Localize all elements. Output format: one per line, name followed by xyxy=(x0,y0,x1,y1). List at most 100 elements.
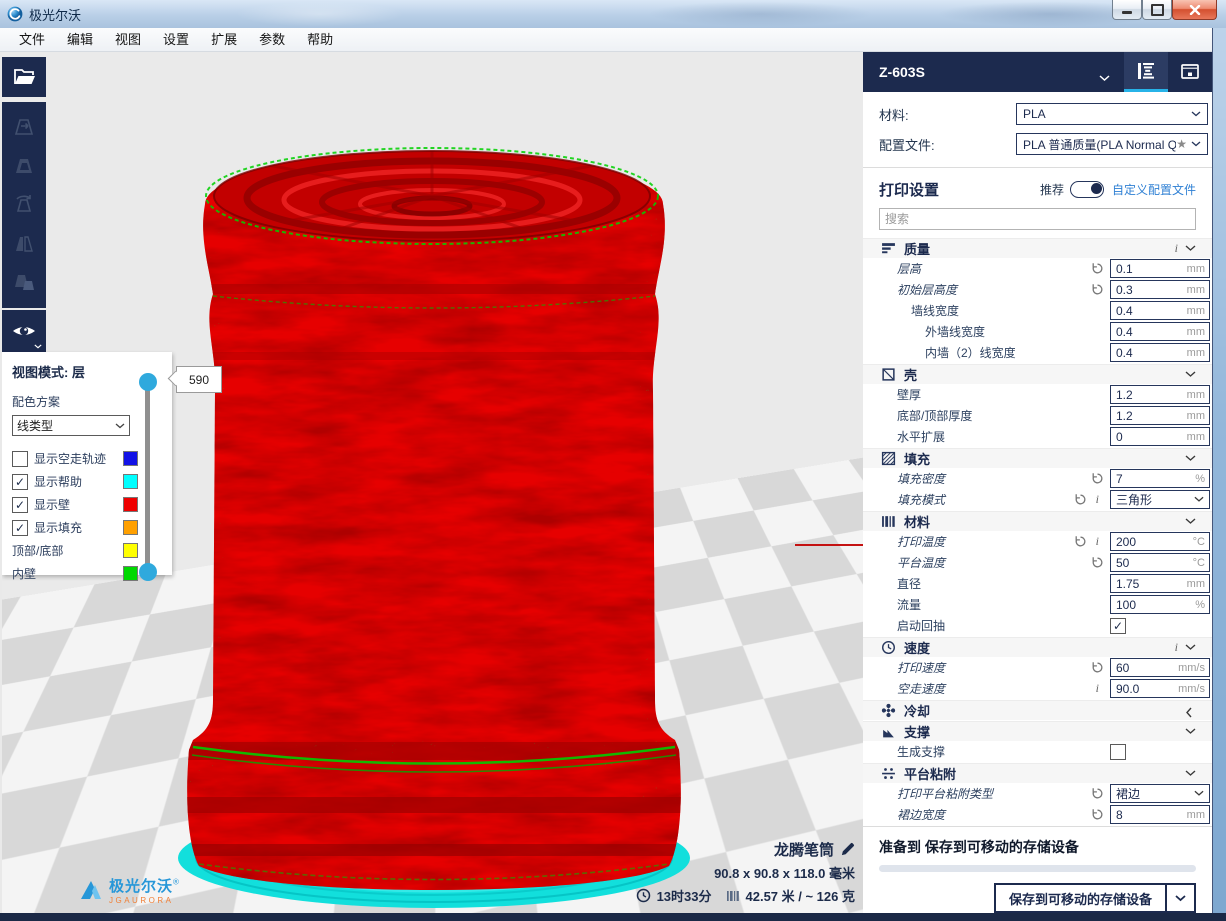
reset-icon[interactable] xyxy=(1074,493,1087,506)
settings-search-input[interactable] xyxy=(879,208,1196,230)
legend-label: 内壁 xyxy=(12,565,123,582)
info-icon[interactable]: i xyxy=(1175,241,1178,256)
chevron-down-icon xyxy=(1194,790,1204,797)
value-input[interactable]: 60mm/s xyxy=(1110,658,1210,677)
info-icon[interactable]: i xyxy=(1096,534,1099,549)
legend-color-swatch xyxy=(123,451,138,466)
setting-row: 打印速度60mm/s xyxy=(863,657,1212,678)
rotate-tool-icon[interactable] xyxy=(11,192,37,218)
section-infill-header[interactable]: 填充 xyxy=(863,448,1212,468)
setting-value: 0.1 xyxy=(1111,262,1187,276)
tab-monitor[interactable] xyxy=(1168,52,1212,92)
chevron-down-icon xyxy=(115,423,125,429)
legend-checkbox[interactable]: ✓ xyxy=(12,474,28,490)
legend-checkbox[interactable]: ✓ xyxy=(12,520,28,536)
open-file-button[interactable] xyxy=(2,57,46,97)
info-icon[interactable]: i xyxy=(1175,640,1178,655)
reset-icon[interactable] xyxy=(1091,808,1104,821)
value-input[interactable]: 1.75mm xyxy=(1110,574,1210,593)
section-cooling-header[interactable]: 冷却 xyxy=(863,700,1212,720)
setting-label: 层高 xyxy=(863,260,921,277)
chevron-down-icon[interactable] xyxy=(1099,69,1110,76)
menu-item-3[interactable]: 设置 xyxy=(152,29,200,51)
value-input[interactable]: 8mm xyxy=(1110,805,1210,824)
printer-header: Z-603S xyxy=(863,52,1212,92)
menu-item-5[interactable]: 参数 xyxy=(248,29,296,51)
setting-row: 内墙（2）线宽度0.4mm xyxy=(863,342,1212,363)
info-icon[interactable]: i xyxy=(1096,681,1099,696)
value-input[interactable]: 90.0mm/s xyxy=(1110,679,1210,698)
setting-unit: % xyxy=(1195,473,1209,485)
profile-select[interactable]: PLA 普通质量(PLA Normal Qua ★ xyxy=(1016,133,1208,155)
legend-checkbox[interactable]: ✓ xyxy=(12,497,28,513)
section-shell-header[interactable]: 壳 xyxy=(863,364,1212,384)
setting-dropdown[interactable]: 三角形 xyxy=(1110,490,1210,509)
value-input[interactable]: 1.2mm xyxy=(1110,385,1210,404)
translate-tool-icon[interactable] xyxy=(11,114,37,140)
layer-slider-upper-handle[interactable] xyxy=(139,373,157,391)
layer-slider-lower-handle[interactable] xyxy=(139,563,157,581)
setting-unit: mm xyxy=(1187,431,1209,443)
section-support-header[interactable]: 支撑 xyxy=(863,721,1212,741)
setting-checkbox[interactable] xyxy=(1110,744,1210,760)
value-input[interactable]: 200°C xyxy=(1110,532,1210,551)
reset-icon[interactable] xyxy=(1091,556,1104,569)
info-icon[interactable]: i xyxy=(1096,492,1099,507)
mode-toggle[interactable] xyxy=(1070,181,1104,198)
section-adhesion-header[interactable]: 平台粘附 xyxy=(863,763,1212,783)
close-icon xyxy=(1189,5,1201,15)
value-input[interactable]: 0.4mm xyxy=(1110,343,1210,362)
rename-pencil-icon[interactable] xyxy=(840,842,855,857)
minimize-button[interactable] xyxy=(1112,0,1142,20)
menu-item-2[interactable]: 视图 xyxy=(104,29,152,51)
view-mode-button[interactable] xyxy=(2,310,46,352)
save-options-dropdown[interactable] xyxy=(1165,885,1194,911)
tab-prepare-slice[interactable] xyxy=(1124,52,1168,92)
setting-row: 生成支撑 xyxy=(863,741,1212,762)
setting-label: 底部/顶部厚度 xyxy=(863,407,972,424)
viewport-3d[interactable]: 视图模式: 层 配色方案 线类型 显示空走轨迹✓显示帮助✓显示壁✓显示填充顶部/… xyxy=(2,52,863,913)
value-input[interactable]: 0.4mm xyxy=(1110,301,1210,320)
chevron-down-icon xyxy=(1185,245,1196,253)
value-input[interactable]: 0.4mm xyxy=(1110,322,1210,341)
legend-checkbox[interactable] xyxy=(12,451,28,467)
reset-icon[interactable] xyxy=(1091,283,1104,296)
chevron-down-icon xyxy=(1191,111,1201,117)
value-input[interactable]: 50°C xyxy=(1110,553,1210,572)
setting-value: 0 xyxy=(1111,430,1187,444)
layer-slider-track[interactable] xyxy=(145,382,150,572)
menu-item-4[interactable]: 扩展 xyxy=(200,29,248,51)
setting-dropdown[interactable]: 裙边 xyxy=(1110,784,1210,803)
value-input[interactable]: 0.3mm xyxy=(1110,280,1210,299)
value-input[interactable]: 7% xyxy=(1110,469,1210,488)
mirror-tool-icon[interactable] xyxy=(11,231,37,257)
reset-icon[interactable] xyxy=(1091,472,1104,485)
value-input[interactable]: 1.2mm xyxy=(1110,406,1210,425)
value-input[interactable]: 0.1mm xyxy=(1110,259,1210,278)
value-input[interactable]: 100% xyxy=(1110,595,1210,614)
material-select[interactable]: PLA xyxy=(1016,103,1208,125)
reset-icon[interactable] xyxy=(1091,661,1104,674)
save-to-removable-button[interactable]: 保存到可移动的存储设备 xyxy=(994,883,1196,913)
custom-profile-link[interactable]: 自定义配置文件 xyxy=(1112,181,1196,198)
section-material-header[interactable]: 材料 xyxy=(863,511,1212,531)
color-scheme-select[interactable]: 线类型 xyxy=(12,415,130,436)
per-model-settings-icon[interactable] xyxy=(11,270,37,296)
menu-item-6[interactable]: 帮助 xyxy=(296,29,344,51)
maximize-button[interactable] xyxy=(1142,0,1172,20)
menu-item-0[interactable]: 文件 xyxy=(8,29,56,51)
reset-icon[interactable] xyxy=(1074,535,1087,548)
model-info-block: 龙腾笔筒 90.8 x 90.8 x 118.0 毫米 13时33分 42.57… xyxy=(636,838,855,907)
reset-icon[interactable] xyxy=(1091,262,1104,275)
printer-name[interactable]: Z-603S xyxy=(863,64,925,80)
scale-tool-icon[interactable] xyxy=(11,153,37,179)
value-input[interactable]: 0mm xyxy=(1110,427,1210,446)
print-settings-header: 打印设置 推荐 自定义配置文件 xyxy=(863,170,1212,208)
section-speed-header[interactable]: 速度i xyxy=(863,637,1212,657)
settings-panel: Z-603S 材料: PLA 配置文件: PLA 普通质量(PLA Normal… xyxy=(863,52,1212,913)
reset-icon[interactable] xyxy=(1091,787,1104,800)
section-quality-header[interactable]: 质量i xyxy=(863,238,1212,258)
close-button[interactable] xyxy=(1172,0,1217,20)
menu-item-1[interactable]: 编辑 xyxy=(56,29,104,51)
setting-checkbox[interactable]: ✓ xyxy=(1110,618,1210,634)
